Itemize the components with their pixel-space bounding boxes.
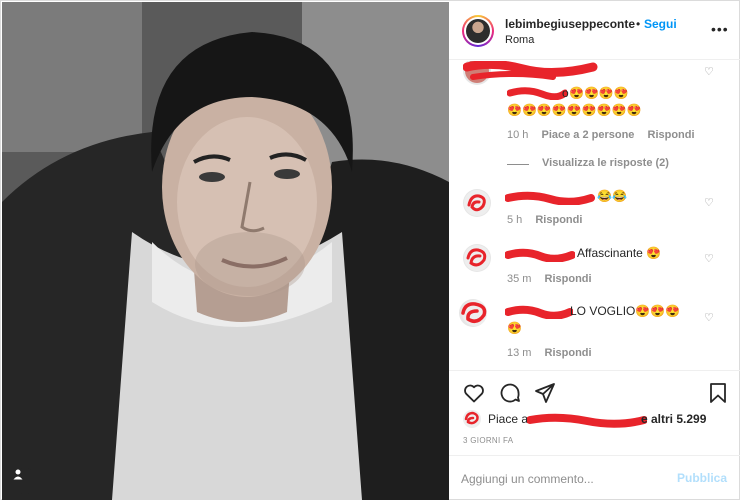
comment-text: o (562, 86, 569, 100)
follow-button[interactable]: Segui (644, 17, 677, 31)
reply-button[interactable]: Rispondi (648, 129, 695, 141)
redacted-username (505, 191, 595, 205)
more-horizontal-icon[interactable]: ••• (711, 21, 729, 37)
reply-button[interactable]: Rispondi (545, 347, 592, 359)
redacted-username (505, 305, 573, 319)
comment-text: LO VOGLIO😍😍😍 (570, 304, 681, 318)
comment-likes[interactable]: Piace a 2 persone (541, 129, 634, 141)
post-dialog: lebimbegiuseppeconte • Segui Roma ••• o (0, 0, 740, 500)
reply-button[interactable]: Rispondi (545, 273, 592, 285)
portrait-image (2, 2, 449, 500)
redacted-text (507, 87, 567, 100)
redacted-username (463, 61, 598, 80)
comment-like-icon[interactable]: ♡ (704, 196, 714, 209)
comment-like-icon[interactable]: ♡ (704, 311, 714, 324)
post-date[interactable]: 3 GIORNI FA (463, 436, 513, 445)
publish-button[interactable]: Pubblica (677, 471, 727, 485)
redacted-username (505, 248, 575, 262)
comment-meta: 35 m Rispondi (507, 273, 592, 285)
replies-divider (507, 164, 529, 165)
comment-emojis: 😍 (507, 321, 522, 335)
user-tag-icon[interactable] (12, 468, 38, 494)
comment-time[interactable]: 10 h (507, 129, 528, 141)
view-replies-button[interactable]: Visualizza le risposte (2) (542, 157, 669, 169)
author-username[interactable]: lebimbegiuseppeconte (505, 17, 635, 31)
comment-avatar[interactable] (463, 244, 491, 272)
comment-avatar[interactable] (463, 189, 491, 217)
post-location[interactable]: Roma (505, 34, 534, 46)
bookmark-icon[interactable] (706, 381, 730, 405)
comment-emojis: 😍😍😍😍😍😍😍😍😍 (507, 103, 642, 117)
comment-text: Affascinante 😍 (577, 246, 662, 260)
comment-meta: 10 h Piace a 2 persone Rispondi (507, 129, 695, 141)
likes-prefix: Piace a (488, 412, 529, 426)
side-panel: lebimbegiuseppeconte • Segui Roma ••• o (449, 2, 740, 500)
comment-meta: 13 m Rispondi (507, 347, 592, 359)
redacted-liker (527, 413, 647, 428)
comment-avatar[interactable] (459, 299, 487, 327)
author-avatar[interactable] (462, 15, 494, 47)
reply-button[interactable]: Rispondi (535, 214, 582, 226)
header-separator: • (636, 17, 641, 31)
liker-avatar[interactable] (463, 410, 481, 428)
comment-time[interactable]: 13 m (507, 347, 531, 359)
comment-emojis: 😍😍😍😍 (569, 86, 629, 100)
likes-summary: Piace a e altri 5.299 (463, 410, 733, 430)
action-bar (449, 370, 740, 410)
post-photo[interactable] (2, 2, 449, 500)
comment-like-icon[interactable]: ♡ (704, 65, 714, 78)
comment-icon[interactable] (498, 381, 522, 405)
add-comment-bar: Pubblica (449, 455, 740, 500)
comment-meta: 5 h Rispondi (507, 214, 582, 226)
heart-icon[interactable] (462, 381, 486, 405)
comment-text: 😂😂 (597, 189, 627, 203)
post-header: lebimbegiuseppeconte • Segui Roma ••• (449, 2, 740, 60)
comment-time[interactable]: 5 h (507, 214, 522, 226)
paper-plane-icon[interactable] (533, 381, 557, 405)
comment-like-icon[interactable]: ♡ (704, 252, 714, 265)
comment-input[interactable] (461, 470, 671, 488)
comment-time[interactable]: 35 m (507, 273, 531, 285)
comments-list: o 😍😍😍😍 😍😍😍😍😍😍😍😍😍 ♡ 10 h Piace a 2 person… (449, 61, 740, 370)
likes-count[interactable]: e altri 5.299 (641, 412, 706, 426)
